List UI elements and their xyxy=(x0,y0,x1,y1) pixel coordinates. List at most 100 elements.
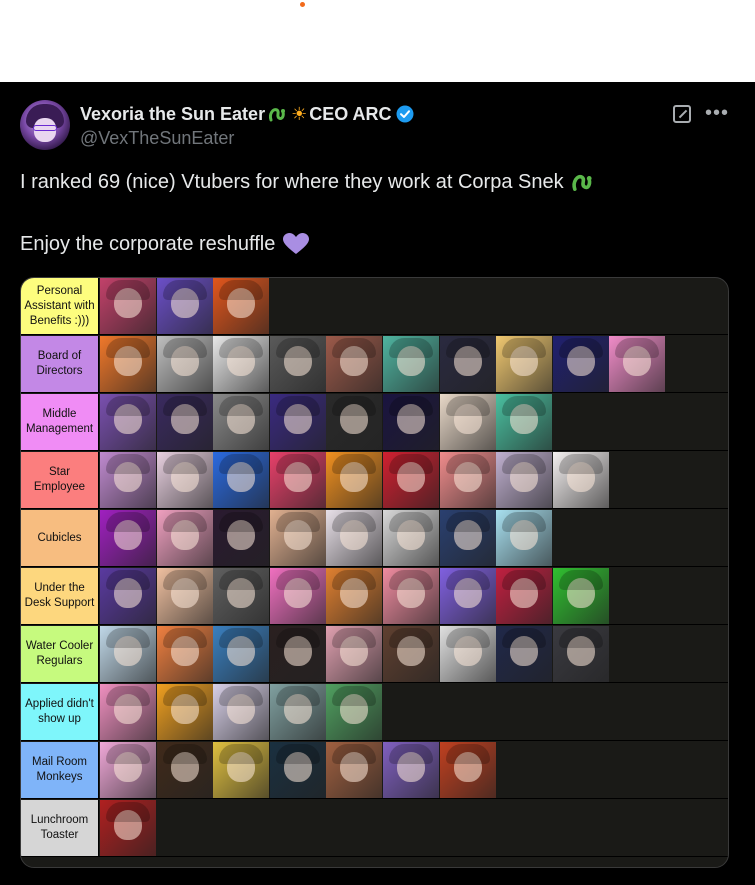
vtuber-thumbnail xyxy=(213,452,270,508)
vtuber-thumbnail xyxy=(552,626,609,682)
vtuber-thumbnail xyxy=(156,742,213,798)
author-handle[interactable]: @VexTheSunEater xyxy=(80,128,234,149)
tier-items xyxy=(100,800,157,856)
vtuber-thumbnail xyxy=(439,452,496,508)
snake-emoji-icon xyxy=(572,174,592,191)
vtuber-thumbnail xyxy=(496,452,553,508)
vtuber-thumbnail xyxy=(382,626,439,682)
vtuber-thumbnail xyxy=(382,742,439,798)
tier-row: Mail Room Monkeys xyxy=(21,742,728,799)
snake-emoji-icon xyxy=(269,108,286,122)
vtuber-thumbnail xyxy=(100,684,156,740)
vtuber-thumbnail xyxy=(326,452,383,508)
tier-row: Water Cooler Regulars xyxy=(21,626,728,683)
tier-row: Star Employee xyxy=(21,452,728,509)
title-suffix: CEO ARC xyxy=(309,103,392,124)
tier-list-image[interactable]: Personal Assistant with Benefits :))) Boa… xyxy=(20,277,729,868)
vtuber-thumbnail xyxy=(156,452,213,508)
vtuber-thumbnail xyxy=(326,684,383,740)
vtuber-thumbnail xyxy=(269,510,326,566)
vtuber-thumbnail xyxy=(156,684,213,740)
vtuber-thumbnail xyxy=(496,394,553,450)
vtuber-thumbnail xyxy=(439,742,496,798)
vtuber-thumbnail xyxy=(496,626,553,682)
post-card[interactable]: Vexoria the Sun Eater ☀ CEO ARC @VexTheS… xyxy=(0,82,755,885)
vtuber-thumbnail xyxy=(326,510,383,566)
avatar[interactable] xyxy=(20,100,70,150)
vtuber-thumbnail xyxy=(326,394,383,450)
tier-items xyxy=(100,626,609,682)
vtuber-thumbnail xyxy=(382,394,439,450)
vtuber-thumbnail xyxy=(100,394,156,450)
tier-row: Under the Desk Support xyxy=(21,568,728,625)
tier-label: Applied didn't show up xyxy=(21,684,99,740)
vtuber-thumbnail xyxy=(496,510,553,566)
vtuber-thumbnail xyxy=(156,626,213,682)
vtuber-thumbnail xyxy=(156,510,213,566)
vtuber-thumbnail xyxy=(326,336,383,392)
vtuber-thumbnail xyxy=(156,568,213,624)
vtuber-thumbnail xyxy=(439,394,496,450)
vtuber-thumbnail xyxy=(100,568,156,624)
tier-row: Lunchroom Toaster xyxy=(21,800,728,857)
sun-emoji-icon: ☀ xyxy=(291,103,308,124)
notification-dot-icon xyxy=(300,2,305,7)
vtuber-thumbnail xyxy=(382,568,439,624)
tier-items xyxy=(100,278,270,334)
vtuber-thumbnail xyxy=(213,394,270,450)
vtuber-thumbnail xyxy=(100,800,156,856)
tier-label: Mail Room Monkeys xyxy=(21,742,99,798)
display-name[interactable]: Vexoria the Sun Eater xyxy=(80,104,265,125)
vtuber-thumbnail xyxy=(326,568,383,624)
author-name-row[interactable]: Vexoria the Sun Eater ☀ CEO ARC xyxy=(80,102,414,126)
vtuber-thumbnail xyxy=(609,336,666,392)
tier-row: Cubicles xyxy=(21,510,728,567)
vtuber-thumbnail xyxy=(439,568,496,624)
tier-row: Board of Directors xyxy=(21,336,728,393)
vtuber-thumbnail xyxy=(213,684,270,740)
vtuber-thumbnail xyxy=(269,394,326,450)
tier-row: Personal Assistant with Benefits :))) xyxy=(21,278,728,335)
vtuber-thumbnail xyxy=(100,510,156,566)
tier-label: Water Cooler Regulars xyxy=(21,626,99,682)
vtuber-thumbnail xyxy=(156,394,213,450)
vtuber-thumbnail xyxy=(269,336,326,392)
edit-icon[interactable] xyxy=(673,105,691,123)
tweet-text: I ranked 69 (nice) Vtubers for where the… xyxy=(20,170,720,256)
vtuber-thumbnail xyxy=(100,626,156,682)
vtuber-thumbnail xyxy=(439,336,496,392)
tier-row: Applied didn't show up xyxy=(21,684,728,741)
vtuber-thumbnail xyxy=(552,452,609,508)
vtuber-thumbnail xyxy=(439,626,496,682)
vtuber-thumbnail xyxy=(326,742,383,798)
tier-items xyxy=(100,510,553,566)
tier-label: Middle Management xyxy=(21,394,99,450)
tier-items xyxy=(100,568,609,624)
vtuber-thumbnail xyxy=(213,336,270,392)
tier-label: Personal Assistant with Benefits :))) xyxy=(21,278,99,334)
vtuber-thumbnail xyxy=(100,452,156,508)
vtuber-thumbnail xyxy=(269,568,326,624)
purple-heart-icon xyxy=(283,233,310,254)
vtuber-thumbnail xyxy=(213,278,270,334)
tier-items xyxy=(100,452,609,508)
vtuber-thumbnail xyxy=(269,742,326,798)
tier-label: Cubicles xyxy=(21,510,99,566)
vtuber-thumbnail xyxy=(496,336,553,392)
vtuber-thumbnail xyxy=(269,452,326,508)
tier-items xyxy=(100,336,666,392)
tweet-text-line2: Enjoy the corporate reshuffle xyxy=(20,233,276,255)
vtuber-thumbnail xyxy=(382,452,439,508)
top-blank-area xyxy=(0,0,755,82)
vtuber-thumbnail xyxy=(496,568,553,624)
tier-items xyxy=(100,742,496,798)
vtuber-thumbnail xyxy=(382,510,439,566)
vtuber-thumbnail xyxy=(100,336,156,392)
vtuber-thumbnail xyxy=(100,278,156,334)
tier-items xyxy=(100,684,383,740)
tier-label: Under the Desk Support xyxy=(21,568,99,624)
vtuber-thumbnail xyxy=(269,626,326,682)
tier-label: Board of Directors xyxy=(21,336,99,392)
vtuber-thumbnail xyxy=(100,742,156,798)
more-icon[interactable]: ••• xyxy=(705,103,729,123)
